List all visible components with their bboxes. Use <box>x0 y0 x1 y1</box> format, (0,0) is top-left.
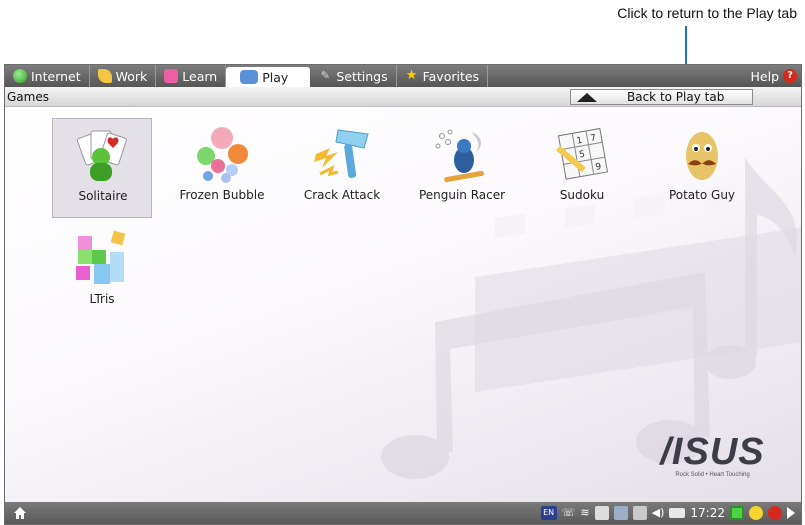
section-title: Games <box>7 90 49 104</box>
app-solitaire-label: Solitaire <box>78 189 128 203</box>
potato-guy-icon <box>686 132 718 180</box>
help-icon: ? <box>783 69 797 83</box>
app-sudoku-label: Sudoku <box>559 188 605 202</box>
brand-logo-text: /ISUS <box>660 431 765 473</box>
wifi-icon[interactable]: ≋ <box>580 506 589 520</box>
tab-learn[interactable]: Learn <box>156 65 227 87</box>
home-icon[interactable] <box>13 506 27 520</box>
tab-learn-label: Learn <box>182 68 218 84</box>
back-to-play-button[interactable]: Back to Play tab <box>570 89 753 105</box>
tab-internet-label: Internet <box>31 68 81 84</box>
internet-icon <box>13 69 27 83</box>
app-frozen-bubble[interactable]: Frozen Bubble <box>172 118 272 218</box>
battery-icon[interactable] <box>669 508 686 518</box>
tab-internet[interactable]: Internet <box>5 65 90 87</box>
system-tray: EN ☏ ≋ ◀) 17:22 <box>540 506 801 520</box>
smiley-icon[interactable] <box>749 506 763 520</box>
help-label: Help <box>750 68 780 84</box>
clock[interactable]: 17:22 <box>690 506 725 520</box>
settings-icon: ✎ <box>320 69 330 82</box>
callout-text: Click to return to the Play tab <box>617 5 797 21</box>
frozen-bubble-icon <box>197 127 248 183</box>
learn-icon <box>164 69 179 83</box>
section-header: Games Back to Play tab <box>5 87 801 107</box>
tab-settings[interactable]: ✎ Settings <box>310 65 397 87</box>
app-penguin-racer-label: Penguin Racer <box>418 188 506 202</box>
app-solitaire[interactable]: Solitaire <box>52 118 152 218</box>
expand-arrow-icon[interactable] <box>787 507 795 519</box>
ltris-icon <box>76 230 126 284</box>
back-button-label: Back to Play tab <box>627 90 725 104</box>
storage-icon[interactable] <box>594 506 609 520</box>
app-potato-guy[interactable]: Potato Guy <box>652 118 752 218</box>
app-crack-attack-label: Crack Attack <box>303 188 381 202</box>
network-icon[interactable]: ☏ <box>562 506 576 520</box>
tab-play[interactable]: Play <box>226 67 311 87</box>
tab-favorites-label: Favorites <box>422 68 480 84</box>
work-icon <box>97 69 112 83</box>
tab-favorites[interactable]: ★ Favorites <box>397 65 489 87</box>
solitaire-icon <box>76 130 127 181</box>
input-method-icon[interactable]: EN <box>540 506 557 520</box>
desktop-screen: Internet Work Learn Play ✎ Settings ★ Fa… <box>4 64 802 525</box>
tool-icon[interactable] <box>632 506 647 520</box>
desktop-mode-icon[interactable] <box>730 506 744 520</box>
tab-work[interactable]: Work <box>90 65 157 87</box>
tab-work-label: Work <box>115 68 148 84</box>
favorites-icon: ★ <box>405 68 418 83</box>
app-crack-attack[interactable]: Crack Attack <box>292 118 392 218</box>
crack-attack-icon <box>314 129 369 178</box>
tab-settings-label: Settings <box>336 68 388 84</box>
penguin-racer-icon <box>435 129 484 183</box>
brand-logo: /ISUS Rock Solid • Heart Touching <box>655 433 770 478</box>
volume-icon[interactable]: ◀) <box>652 506 665 520</box>
play-icon <box>240 70 259 84</box>
up-arrow-icon <box>577 92 597 102</box>
tab-bar: Internet Work Learn Play ✎ Settings ★ Fa… <box>5 65 801 87</box>
window-icon[interactable] <box>613 506 628 520</box>
tab-play-label: Play <box>262 69 289 85</box>
app-sudoku[interactable]: 1 7 5 9 Sudoku <box>532 118 632 218</box>
taskbar: EN ☏ ≋ ◀) 17:22 <box>5 502 801 524</box>
help-button[interactable]: Help ? <box>743 65 802 87</box>
sudoku-icon: 1 7 5 9 <box>556 127 609 180</box>
app-frozen-bubble-label: Frozen Bubble <box>179 188 265 202</box>
power-icon[interactable] <box>768 506 782 520</box>
app-ltris[interactable]: LTris <box>52 222 152 322</box>
app-potato-guy-label: Potato Guy <box>668 188 736 202</box>
app-penguin-racer[interactable]: Penguin Racer <box>412 118 512 218</box>
app-ltris-label: LTris <box>89 292 115 306</box>
